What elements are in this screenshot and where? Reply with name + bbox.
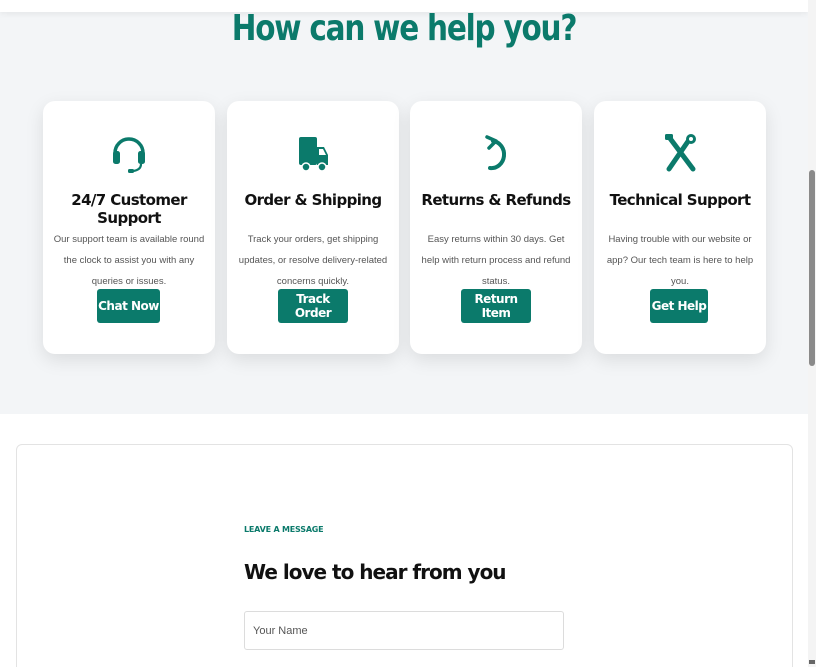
- scrollbar-arrow[interactable]: [809, 660, 815, 664]
- truck-icon: [227, 131, 399, 175]
- tools-icon: [594, 131, 766, 175]
- help-section: How can we help you? 24/7 Customer Suppo…: [0, 0, 808, 414]
- contact-title: We love to hear from you: [244, 560, 507, 584]
- card-title: Order & Shipping: [244, 191, 382, 209]
- shipping-card: Order & Shipping Track your orders, get …: [227, 101, 399, 354]
- card-title: 24/7 Customer Support: [71, 191, 187, 227]
- card-description: Easy returns within 30 days. Get help wi…: [421, 234, 571, 287]
- headset-icon: [43, 131, 215, 175]
- card-description: Having trouble with our website or app? …: [606, 234, 754, 287]
- return-item-button[interactable]: Return Item: [461, 289, 531, 323]
- technical-card: Technical Support Having trouble with ou…: [594, 101, 766, 354]
- returns-card: Returns & Refunds Easy returns within 30…: [410, 101, 582, 354]
- leave-message-eyebrow: LEAVE A MESSAGE: [244, 525, 324, 534]
- scrollbar-thumb[interactable]: [809, 170, 815, 366]
- card-description: Our support team is available round the …: [53, 234, 205, 287]
- card-title: Returns & Refunds: [421, 191, 571, 209]
- name-input[interactable]: [244, 611, 564, 650]
- return-arrow-icon: [410, 131, 582, 175]
- get-help-button[interactable]: Get Help: [650, 289, 708, 323]
- card-description: Track your orders, get shipping updates,…: [238, 234, 388, 287]
- card-title: Technical Support: [609, 191, 751, 209]
- scrollbar[interactable]: [808, 0, 816, 667]
- chat-now-button[interactable]: Chat Now: [97, 289, 160, 323]
- track-order-button[interactable]: Track Order: [278, 289, 348, 323]
- support-card: 24/7 Customer Support Our support team i…: [43, 101, 215, 354]
- help-title: How can we help you?: [231, 8, 578, 49]
